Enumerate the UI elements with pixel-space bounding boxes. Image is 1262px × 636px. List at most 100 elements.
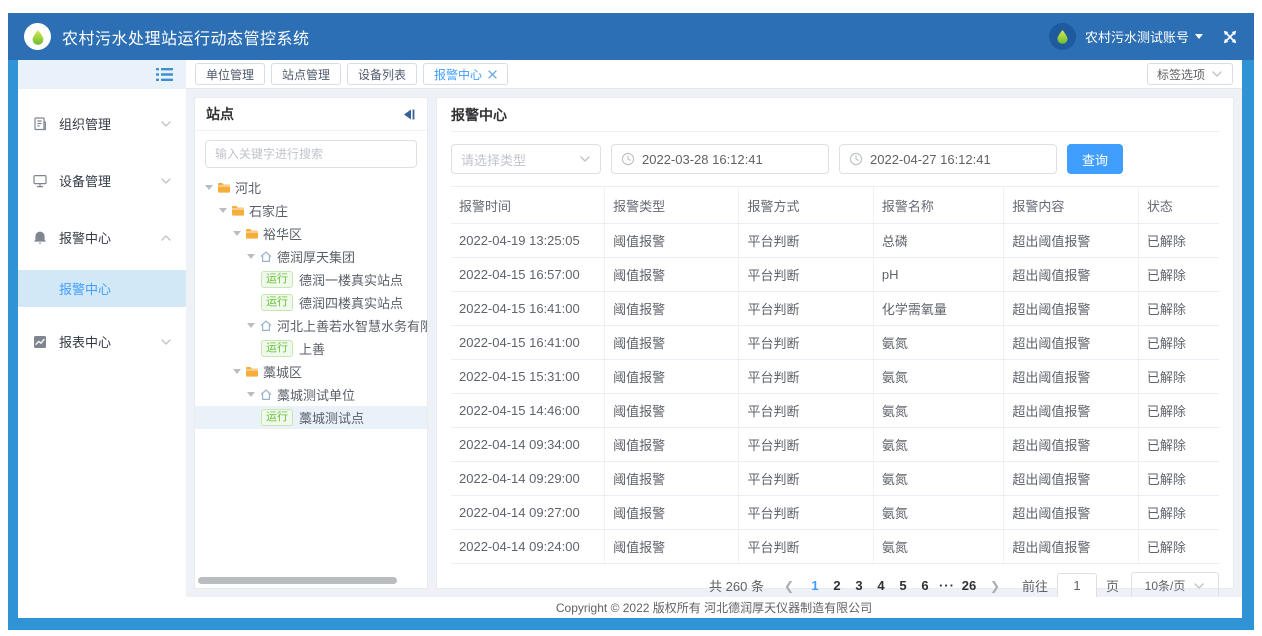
table-cell: 超出阈值报警 <box>1004 292 1138 326</box>
page-number[interactable]: 5 <box>892 578 914 593</box>
table-row: 2022-04-19 13:25:05阈值报警平台判断总磷超出阈值报警已解除 <box>451 224 1219 258</box>
tree-caret-icon[interactable] <box>205 185 213 190</box>
next-page-icon[interactable]: ❯ <box>984 579 1006 593</box>
table-cell: 2022-04-15 16:57:00 <box>451 258 605 292</box>
tree-item-label: 德润厚天集团 <box>277 247 355 266</box>
tree-item-label: 藁城测试点 <box>299 408 364 427</box>
page-number[interactable]: 1 <box>804 578 826 593</box>
table-row: 2022-04-15 16:41:00阈值报警平台判断化学需氧量超出阈值报警已解… <box>451 292 1219 326</box>
table-row: 2022-04-15 16:57:00阈值报警平台判断pH超出阈值报警已解除 <box>451 258 1219 292</box>
tree-search-input[interactable] <box>205 140 417 168</box>
collapse-panel-icon[interactable] <box>402 108 416 121</box>
horizontal-scrollbar[interactable] <box>198 577 424 585</box>
app-header: 农村污水处理站运行动态管控系统 农村污水测试账号 <box>8 13 1254 60</box>
page-number[interactable]: 4 <box>870 578 892 593</box>
table-cell: 已解除 <box>1138 326 1219 360</box>
alarm-type-select[interactable]: 请选择类型 <box>451 144 601 174</box>
table-cell: 阈值报警 <box>605 462 739 496</box>
sidebar-item-report[interactable]: 报表中心 <box>18 313 186 370</box>
status-badge: 运行 <box>261 409 293 426</box>
alarm-table: 报警时间报警类型报警方式报警名称报警内容状态 2022-04-19 13:25:… <box>451 186 1219 564</box>
prev-page-icon[interactable]: ❮ <box>778 579 800 593</box>
page-size-select[interactable]: 10条/页 <box>1131 572 1219 599</box>
sidebar-item-org[interactable]: 组织管理 <box>18 95 186 152</box>
table-cell: 平台判断 <box>739 292 873 326</box>
table-cell: 阈值报警 <box>605 360 739 394</box>
end-time-input[interactable]: 2022-04-27 16:12:41 <box>839 144 1057 174</box>
page-ellipsis[interactable]: ··· <box>936 578 958 593</box>
table-row: 2022-04-15 14:46:00阈值报警平台判断氨氮超出阈值报警已解除 <box>451 394 1219 428</box>
tree-item[interactable]: 运行 上善 <box>195 337 427 360</box>
app-window: 农村污水处理站运行动态管控系统 农村污水测试账号 <box>8 13 1254 630</box>
fullscreen-icon[interactable] <box>1222 29 1238 45</box>
tree-item[interactable]: 运行 德润一楼真实站点 <box>195 268 427 291</box>
page-unit-label: 页 <box>1106 576 1119 595</box>
table-cell: 阈值报警 <box>605 326 739 360</box>
app-title: 农村污水处理站运行动态管控系统 <box>62 25 310 49</box>
tree-item-label: 藁城区 <box>263 362 302 381</box>
account-dropdown[interactable]: 农村污水测试账号 <box>1085 27 1203 46</box>
chevron-down-icon <box>160 118 172 130</box>
tree-caret-icon[interactable] <box>233 369 241 374</box>
menu-toggle-icon[interactable] <box>156 67 173 82</box>
table-cell: 化学需氧量 <box>873 292 1004 326</box>
tree-caret-icon[interactable] <box>247 323 255 328</box>
sidebar-item-alarm[interactable]: 报警中心 <box>18 209 186 266</box>
close-icon[interactable] <box>488 70 497 79</box>
page-number[interactable]: 2 <box>826 578 848 593</box>
tree-item[interactable]: 裕华区 <box>195 222 427 245</box>
tab-device-list[interactable]: 设备列表 <box>347 63 417 85</box>
table-cell: 平台判断 <box>739 394 873 428</box>
table-cell: 已解除 <box>1138 258 1219 292</box>
table-cell: 阈值报警 <box>605 394 739 428</box>
tree-caret-icon[interactable] <box>233 231 241 236</box>
table-cell: 超出阈值报警 <box>1004 462 1138 496</box>
tree-item[interactable]: 运行 藁城测试点 <box>195 406 427 429</box>
table-cell: 阈值报警 <box>605 258 739 292</box>
table-cell: 2022-04-14 09:27:00 <box>451 496 605 530</box>
footer: Copyright © 2022 版权所有 河北德润厚天仪器制造有限公司 <box>186 597 1242 618</box>
tree-item-label: 河北上善若水智慧水务有限公司 <box>277 316 427 335</box>
tree-item[interactable]: 藁城区 <box>195 360 427 383</box>
start-time-input[interactable]: 2022-03-28 16:12:41 <box>611 144 829 174</box>
goto-label: 前往 <box>1022 576 1048 595</box>
folder-icon <box>217 181 231 194</box>
tree-item[interactable]: 石家庄 <box>195 199 427 222</box>
table-cell: 平台判断 <box>739 224 873 258</box>
table-cell: 氨氮 <box>873 360 1004 394</box>
total-count: 共 260 条 <box>709 576 764 595</box>
table-cell: 平台判断 <box>739 530 873 564</box>
unit-icon <box>259 250 273 263</box>
tab-station-management[interactable]: 站点管理 <box>271 63 341 85</box>
table-cell: 阈值报警 <box>605 292 739 326</box>
table-cell: 总磷 <box>873 224 1004 258</box>
table-cell: 阈值报警 <box>605 496 739 530</box>
table-cell: 氨氮 <box>873 496 1004 530</box>
tree-item[interactable]: 河北 <box>195 176 427 199</box>
tree-item[interactable]: 运行 德润四楼真实站点 <box>195 291 427 314</box>
org-icon <box>32 116 48 132</box>
tree-item[interactable]: 藁城测试单位 <box>195 383 427 406</box>
table-cell: 已解除 <box>1138 292 1219 326</box>
query-button[interactable]: 查询 <box>1067 144 1123 174</box>
goto-page-input[interactable] <box>1057 573 1097 599</box>
page-number[interactable]: 6 <box>914 578 936 593</box>
tab-unit-management[interactable]: 单位管理 <box>195 63 265 85</box>
tree-caret-icon[interactable] <box>247 392 255 397</box>
page-number[interactable]: 26 <box>958 578 980 593</box>
sidebar-item-device[interactable]: 设备管理 <box>18 152 186 209</box>
tree-item[interactable]: 德润厚天集团 <box>195 245 427 268</box>
sidebar-subitem-alarm-center[interactable]: 报警中心 <box>18 270 186 307</box>
tab-alarm-center[interactable]: 报警中心 <box>423 63 508 85</box>
folder-icon <box>231 204 245 217</box>
tree-item[interactable]: 河北上善若水智慧水务有限公司 <box>195 314 427 337</box>
tree-caret-icon[interactable] <box>247 254 255 259</box>
table-cell: 阈值报警 <box>605 224 739 258</box>
tree-item-label: 石家庄 <box>249 201 288 220</box>
clock-icon <box>849 152 863 166</box>
folder-icon <box>245 365 259 378</box>
tab-options-button[interactable]: 标签选项 <box>1147 63 1233 85</box>
table-cell: 阈值报警 <box>605 530 739 564</box>
page-number[interactable]: 3 <box>848 578 870 593</box>
tree-caret-icon[interactable] <box>219 208 227 213</box>
